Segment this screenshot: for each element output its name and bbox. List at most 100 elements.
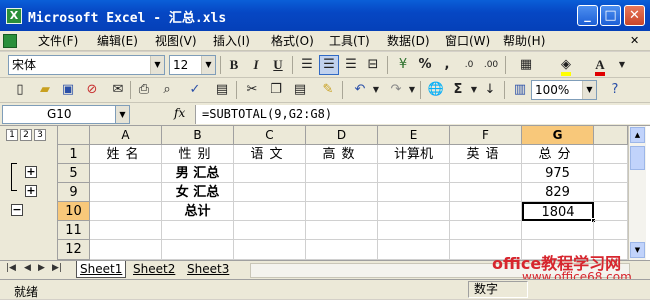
cell-h10[interactable] (594, 202, 628, 221)
minimize-button[interactable]: _ (577, 5, 598, 26)
chevron-down-icon[interactable]: ▼ (201, 56, 215, 74)
tab-sheet2[interactable]: Sheet2 (130, 261, 178, 278)
tab-sheet1[interactable]: Sheet1 (76, 261, 127, 278)
menu-edit[interactable]: 编辑(E) (97, 33, 138, 49)
cell-g11[interactable] (522, 221, 594, 240)
cell-d1[interactable]: 高数 (306, 145, 378, 164)
menu-insert[interactable]: 插入(I) (213, 33, 250, 49)
comma-style-button[interactable]: , (437, 55, 457, 75)
help-icon[interactable]: ? (605, 80, 625, 100)
cell-h11[interactable] (594, 221, 628, 240)
cell-h5[interactable] (594, 164, 628, 183)
italic-button[interactable]: I (246, 55, 266, 75)
cell-b9[interactable]: 女 汇总 (162, 183, 234, 202)
close-window-button[interactable]: ✕ (624, 5, 645, 26)
hyperlink-icon[interactable]: 🌐 (426, 80, 446, 100)
menu-help[interactable]: 帮助(H) (503, 33, 545, 49)
cell-b11[interactable] (162, 221, 234, 240)
outline-level-1-button[interactable]: 1 (6, 129, 18, 141)
paste-icon[interactable]: ▤ (290, 80, 310, 100)
font-color-button[interactable]: A (590, 55, 610, 76)
menu-tools[interactable]: 工具(T) (329, 33, 370, 49)
chevron-down-icon[interactable]: ▼ (366, 80, 386, 100)
cell-f5[interactable] (450, 164, 522, 183)
cell-a11[interactable] (90, 221, 162, 240)
zoom-select[interactable]: 100% ▼ (531, 80, 597, 100)
cell-d5[interactable] (306, 164, 378, 183)
cell-c11[interactable] (234, 221, 306, 240)
copy-icon[interactable]: ❐ (266, 80, 286, 100)
cell-c12[interactable] (234, 240, 306, 260)
merge-center-icon[interactable]: ⊟ (363, 55, 383, 75)
new-document-icon[interactable]: ▯ (10, 80, 30, 100)
close-workbook-icon[interactable]: ✕ (630, 33, 639, 49)
cell-a10[interactable] (90, 202, 162, 221)
vertical-scrollbar[interactable]: ▲ ▼ (628, 126, 646, 260)
cell-d11[interactable] (306, 221, 378, 240)
menu-view[interactable]: 视图(V) (155, 33, 197, 49)
cell-a1[interactable]: 姓名 (90, 145, 162, 164)
scroll-up-icon[interactable]: ▲ (630, 127, 645, 143)
outline-level-2-button[interactable]: 2 (20, 129, 32, 141)
currency-icon[interactable]: ¥ (393, 55, 413, 75)
expand-group-button[interactable]: + (25, 166, 37, 178)
column-header-b[interactable]: B (162, 126, 234, 145)
align-right-icon[interactable]: ☰ (341, 55, 361, 75)
cell-d10[interactable] (306, 202, 378, 221)
cell-b5[interactable]: 男 汇总 (162, 164, 234, 183)
align-center-icon[interactable]: ☰ (319, 55, 339, 75)
menu-data[interactable]: 数据(D) (387, 33, 430, 49)
column-header-d[interactable]: D (306, 126, 378, 145)
cell-a12[interactable] (90, 240, 162, 260)
cell-c1[interactable]: 语文 (234, 145, 306, 164)
decrease-decimal-icon[interactable]: .00 (481, 55, 501, 75)
cell-c10[interactable] (234, 202, 306, 221)
select-all-corner[interactable] (58, 126, 90, 145)
research-icon[interactable]: ▤ (212, 80, 232, 100)
cell-c5[interactable] (234, 164, 306, 183)
menu-window[interactable]: 窗口(W) (445, 33, 490, 49)
cell-b12[interactable] (162, 240, 234, 260)
font-size-select[interactable]: 12 ▼ (169, 55, 216, 75)
borders-icon[interactable]: ▦ (516, 55, 536, 75)
cell-g10-active[interactable]: 1804 (522, 202, 594, 221)
row-header-1[interactable]: 1 (58, 145, 90, 164)
formula-input[interactable]: =SUBTOTAL(9,G2:G8) (195, 105, 650, 124)
cell-g9[interactable]: 829 (522, 183, 594, 202)
cell-e12[interactable] (378, 240, 450, 260)
cell-e1[interactable]: 计算机 (378, 145, 450, 164)
excel-app-icon[interactable]: X (6, 8, 22, 24)
open-folder-icon[interactable]: ▰ (35, 80, 55, 100)
workbook-icon[interactable] (3, 34, 17, 48)
cell-d12[interactable] (306, 240, 378, 260)
chevron-down-icon[interactable]: ▼ (612, 55, 632, 75)
expand-group-button[interactable]: + (25, 185, 37, 197)
cell-a9[interactable] (90, 183, 162, 202)
print-icon[interactable]: ⎙ (134, 80, 154, 100)
first-sheet-icon[interactable]: |◀ (6, 263, 16, 273)
chevron-down-icon[interactable]: ▼ (116, 105, 130, 124)
email-icon[interactable]: ✉ (108, 80, 128, 100)
cell-d9[interactable] (306, 183, 378, 202)
cell-e5[interactable] (378, 164, 450, 183)
column-header-a[interactable]: A (90, 126, 162, 145)
cell-h9[interactable] (594, 183, 628, 202)
cell-f10[interactable] (450, 202, 522, 221)
next-sheet-icon[interactable]: ▶ (38, 263, 45, 273)
row-header-5[interactable]: 5 (58, 164, 90, 183)
underline-button[interactable]: U (268, 55, 288, 75)
cell-f11[interactable] (450, 221, 522, 240)
scroll-down-icon[interactable]: ▼ (630, 242, 645, 258)
font-name-select[interactable]: 宋体 ▼ (8, 55, 165, 75)
insert-function-icon[interactable]: fx (174, 106, 185, 120)
name-box[interactable]: G10 (2, 105, 116, 124)
sort-ascending-icon[interactable]: ↓ (480, 80, 500, 100)
last-sheet-icon[interactable]: ▶| (52, 263, 62, 273)
cell-b10[interactable]: 总计 (162, 202, 234, 221)
maximize-button[interactable]: □ (600, 5, 621, 26)
cell-f9[interactable] (450, 183, 522, 202)
print-preview-icon[interactable]: ⌕ (157, 80, 177, 100)
column-header-f[interactable]: F (450, 126, 522, 145)
cell-g5[interactable]: 975 (522, 164, 594, 183)
menu-format[interactable]: 格式(O) (271, 33, 314, 49)
